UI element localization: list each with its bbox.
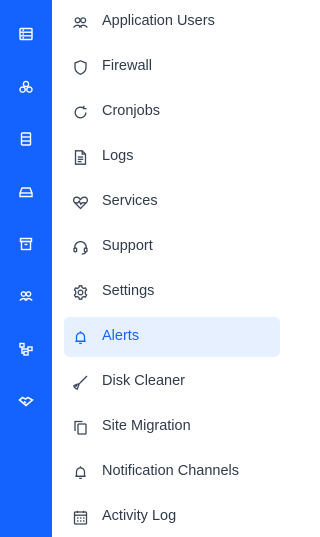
database-icon: [20, 132, 32, 146]
menu-item-site-migration[interactable]: Site Migration: [64, 407, 280, 447]
menu-item-label: Notification Channels: [102, 463, 240, 479]
rail-users-button[interactable]: [0, 281, 52, 311]
menu-item-firewall[interactable]: Firewall: [64, 47, 280, 87]
bell-icon: [72, 329, 89, 346]
users-icon: [72, 14, 89, 31]
drive-icon: [19, 187, 33, 198]
icon-rail: [0, 0, 52, 537]
rail-database-button[interactable]: [0, 124, 52, 154]
refresh-icon: [72, 104, 89, 121]
bell-icon: [72, 464, 89, 481]
menu-item-label: Services: [102, 193, 158, 209]
menu-item-label: Site Migration: [102, 418, 191, 434]
menu-item-label: Support: [102, 238, 153, 254]
menu-item-services[interactable]: Services: [64, 182, 280, 222]
rail-drive-button[interactable]: [0, 177, 52, 207]
handshake-icon: [18, 396, 34, 407]
network-icon: [19, 342, 33, 356]
archive-icon: [19, 237, 33, 251]
cubes-icon: [19, 80, 33, 93]
menu-item-label: Settings: [102, 283, 155, 299]
rail-archive-button[interactable]: [0, 229, 52, 259]
copy-icon: [72, 419, 89, 436]
headset-icon: [72, 239, 89, 256]
heartbeat-icon: [72, 194, 89, 211]
calendar-icon: [72, 509, 89, 526]
menu-item-settings[interactable]: Settings: [64, 272, 280, 312]
sidebar-menu: Application Users Firewall Cronjobs Logs…: [64, 0, 280, 537]
menu-item-logs[interactable]: Logs: [64, 137, 280, 177]
server-icon: [19, 27, 33, 41]
rail-cubes-button[interactable]: [0, 72, 52, 102]
document-icon: [72, 149, 89, 166]
menu-item-cronjobs[interactable]: Cronjobs: [64, 92, 280, 132]
rail-handshake-button[interactable]: [0, 386, 52, 416]
gear-icon: [72, 284, 89, 301]
menu-item-label: Cronjobs: [102, 103, 161, 119]
menu-item-notification-channels[interactable]: Notification Channels: [64, 452, 280, 492]
menu-item-label: Logs: [102, 148, 134, 164]
menu-item-label: Alerts: [102, 328, 140, 344]
menu-item-application-users[interactable]: Application Users: [64, 2, 280, 42]
rail-server-button[interactable]: [0, 19, 52, 49]
menu-item-label: Firewall: [102, 58, 152, 74]
menu-item-disk-cleaner[interactable]: Disk Cleaner: [64, 362, 280, 402]
users-icon: [19, 291, 33, 302]
broom-icon: [72, 374, 89, 391]
shield-icon: [72, 59, 89, 76]
menu-item-label: Disk Cleaner: [102, 373, 185, 389]
menu-item-label: Activity Log: [102, 508, 177, 524]
rail-network-button[interactable]: [0, 334, 52, 364]
menu-item-alerts[interactable]: Alerts: [64, 317, 280, 357]
menu-item-activity-log[interactable]: Activity Log: [64, 497, 280, 537]
menu-item-support[interactable]: Support: [64, 227, 280, 267]
menu-item-label: Application Users: [102, 13, 215, 29]
